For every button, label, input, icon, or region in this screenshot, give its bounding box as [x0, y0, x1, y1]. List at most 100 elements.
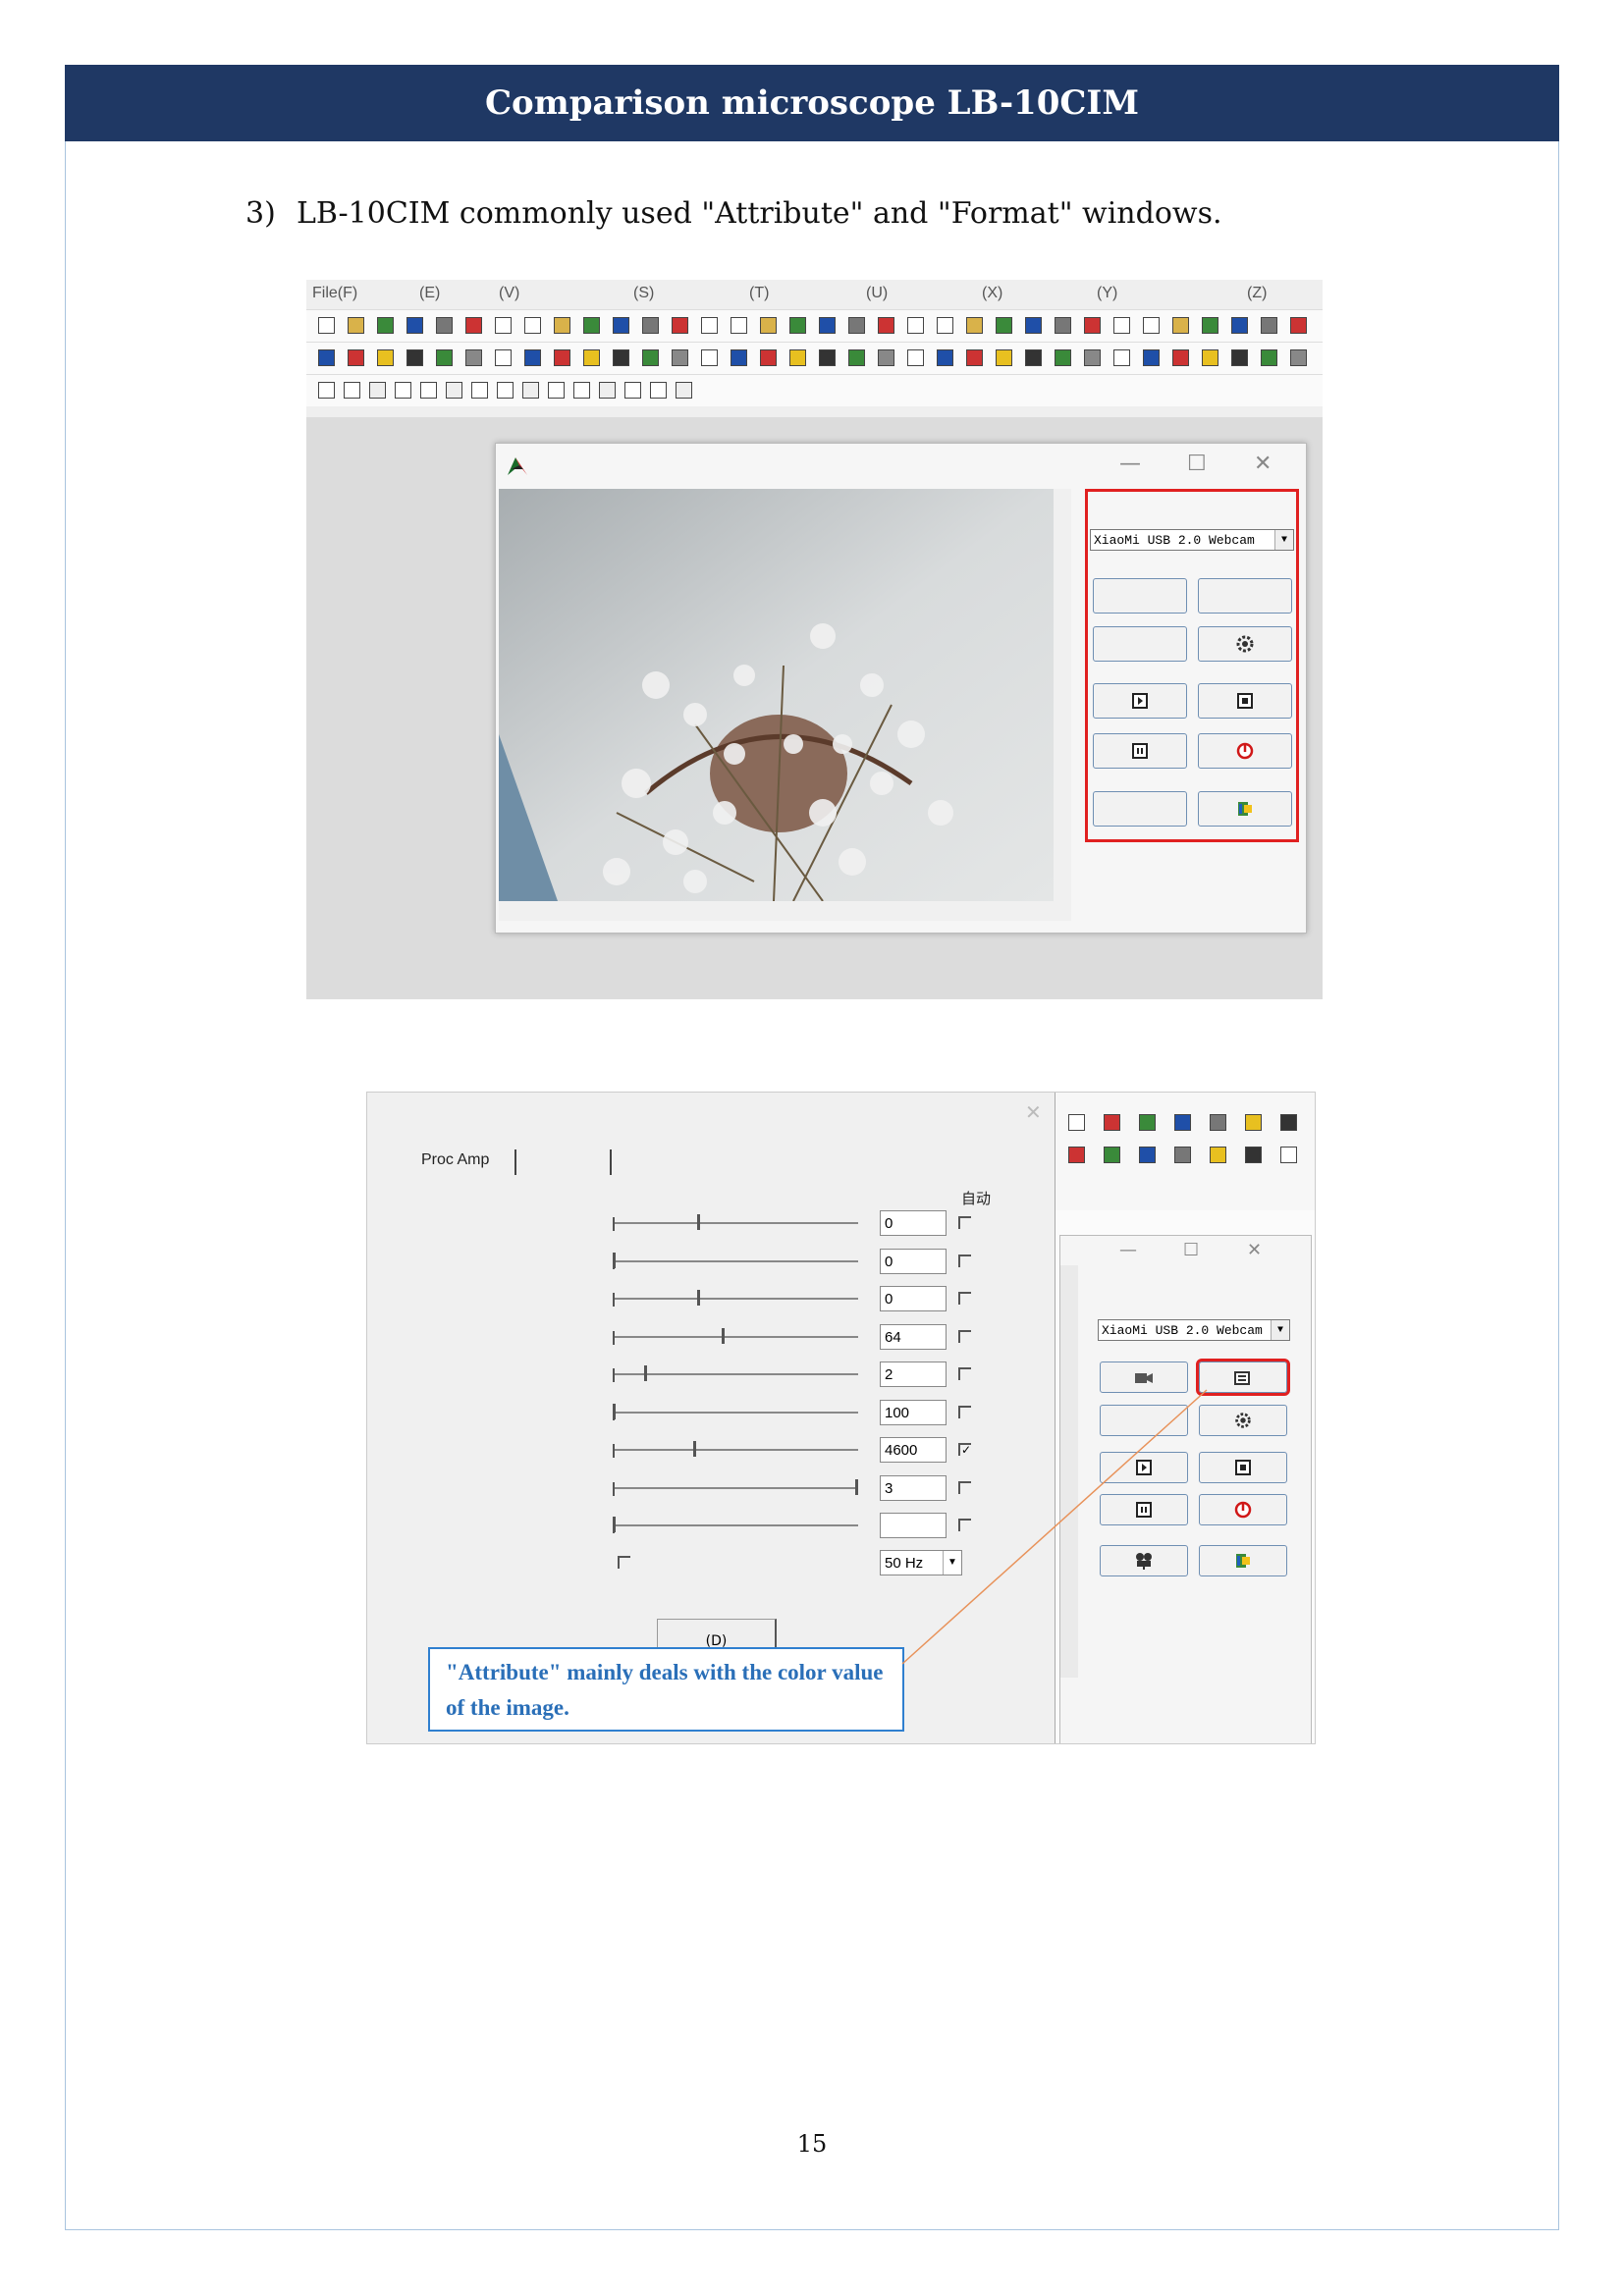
toolbar-icon[interactable]: [599, 382, 616, 399]
horizontal-scrollbar[interactable]: [499, 901, 1071, 921]
toolbar-icon[interactable]: [465, 317, 482, 334]
toolbar-icon[interactable]: [642, 317, 659, 334]
toolbar-icon[interactable]: [907, 349, 924, 366]
toolbar-icon[interactable]: [554, 317, 570, 334]
toolbar-icon[interactable]: [1172, 317, 1189, 334]
toolbar-icon[interactable]: [436, 317, 453, 334]
toolbar-icon[interactable]: [937, 349, 953, 366]
toolbar-icon[interactable]: [318, 349, 335, 366]
toolbar-icon[interactable]: [642, 349, 659, 366]
toolbar-icon[interactable]: [878, 317, 894, 334]
toolbar-icon[interactable]: [789, 317, 806, 334]
toolbar-icon[interactable]: [471, 382, 488, 399]
toolbar-icon[interactable]: [548, 382, 565, 399]
toolbar-icon[interactable]: [1143, 317, 1160, 334]
blank-button-4[interactable]: [1093, 791, 1187, 827]
toolbar-icon[interactable]: [1172, 349, 1189, 366]
play-button[interactable]: [1093, 683, 1187, 719]
toolbar-icon[interactable]: [406, 317, 423, 334]
toolbar-icon[interactable]: [878, 349, 894, 366]
toolbar-icon[interactable]: [348, 317, 364, 334]
toolbar-icon[interactable]: [377, 317, 394, 334]
toolbar-icon[interactable]: [1231, 317, 1248, 334]
close-icon[interactable]: ✕: [1254, 452, 1272, 476]
toolbar-icon[interactable]: [1143, 349, 1160, 366]
toolbar-icon[interactable]: [377, 349, 394, 366]
toolbar-icon[interactable]: [1261, 349, 1277, 366]
menu-z[interactable]: (Z): [1247, 285, 1267, 302]
toolbar-icon[interactable]: [848, 349, 865, 366]
menu-y[interactable]: (Y): [1097, 285, 1117, 302]
blank-button-1[interactable]: [1093, 578, 1187, 614]
toolbar-icon[interactable]: [907, 317, 924, 334]
toolbar-icon[interactable]: [966, 317, 983, 334]
toolbar-icon[interactable]: [554, 349, 570, 366]
toolbar-icon[interactable]: [1025, 349, 1042, 366]
menu-t[interactable]: (T): [749, 285, 769, 302]
toolbar-icon[interactable]: [1231, 349, 1248, 366]
toolbar-icon[interactable]: [1290, 317, 1307, 334]
toolbar-icon[interactable]: [318, 382, 335, 399]
toolbar-icon[interactable]: [436, 349, 453, 366]
toolbar-icon[interactable]: [701, 317, 718, 334]
toolbar-icon[interactable]: [1202, 349, 1218, 366]
vertical-scrollbar[interactable]: [1054, 489, 1071, 901]
toolbar-icon[interactable]: [583, 317, 600, 334]
toolbar-icon[interactable]: [497, 382, 514, 399]
toolbar-icon[interactable]: [731, 349, 747, 366]
toolbar-icon[interactable]: [760, 349, 777, 366]
toolbar-icon[interactable]: [1055, 349, 1071, 366]
toolbar-icon[interactable]: [996, 349, 1012, 366]
toolbar-icon[interactable]: [650, 382, 667, 399]
toolbar-icon[interactable]: [522, 382, 539, 399]
exit-button[interactable]: [1198, 791, 1292, 827]
menu-edit[interactable]: (E): [419, 285, 440, 302]
toolbar-icon[interactable]: [848, 317, 865, 334]
disconnect-button[interactable]: [1198, 733, 1292, 769]
toolbar-icon[interactable]: [996, 317, 1012, 334]
toolbar-icon[interactable]: [1055, 317, 1071, 334]
toolbar-icon[interactable]: [318, 317, 335, 334]
toolbar-icon[interactable]: [446, 382, 462, 399]
menu-x[interactable]: (X): [982, 285, 1002, 302]
toolbar-icon[interactable]: [1025, 317, 1042, 334]
toolbar-icon[interactable]: [624, 382, 641, 399]
toolbar-icon[interactable]: [573, 382, 590, 399]
toolbar-icon[interactable]: [369, 382, 386, 399]
menu-file[interactable]: File(F): [312, 285, 357, 302]
blank-button-2[interactable]: [1198, 578, 1292, 614]
toolbar-icon[interactable]: [406, 349, 423, 366]
toolbar-icon[interactable]: [420, 382, 437, 399]
toolbar-icon[interactable]: [1084, 317, 1101, 334]
toolbar-icon[interactable]: [966, 349, 983, 366]
toolbar-icon[interactable]: [465, 349, 482, 366]
toolbar-icon[interactable]: [676, 382, 692, 399]
toolbar-icon[interactable]: [760, 317, 777, 334]
stop-button[interactable]: [1198, 683, 1292, 719]
toolbar-icon[interactable]: [613, 349, 629, 366]
menu-s[interactable]: (S): [633, 285, 654, 302]
settings-button[interactable]: [1198, 626, 1292, 662]
toolbar-icon[interactable]: [672, 349, 688, 366]
minimize-icon[interactable]: —: [1119, 452, 1141, 476]
toolbar-icon[interactable]: [495, 317, 512, 334]
toolbar-icon[interactable]: [672, 317, 688, 334]
toolbar-icon[interactable]: [819, 317, 836, 334]
toolbar-icon[interactable]: [937, 317, 953, 334]
device-select[interactable]: XiaoMi USB 2.0 Webcam ▼: [1090, 529, 1294, 551]
toolbar-icon[interactable]: [731, 317, 747, 334]
toolbar-icon[interactable]: [1261, 317, 1277, 334]
toolbar-icon[interactable]: [613, 317, 629, 334]
menu-u[interactable]: (U): [866, 285, 888, 302]
toolbar-icon[interactable]: [819, 349, 836, 366]
toolbar-icon[interactable]: [524, 349, 541, 366]
toolbar-icon[interactable]: [701, 349, 718, 366]
toolbar-icon[interactable]: [1113, 317, 1130, 334]
menu-view[interactable]: (V): [499, 285, 519, 302]
toolbar-icon[interactable]: [495, 349, 512, 366]
toolbar-icon[interactable]: [1290, 349, 1307, 366]
toolbar-icon[interactable]: [789, 349, 806, 366]
toolbar-icon[interactable]: [583, 349, 600, 366]
toolbar-icon[interactable]: [344, 382, 360, 399]
toolbar-icon[interactable]: [524, 317, 541, 334]
